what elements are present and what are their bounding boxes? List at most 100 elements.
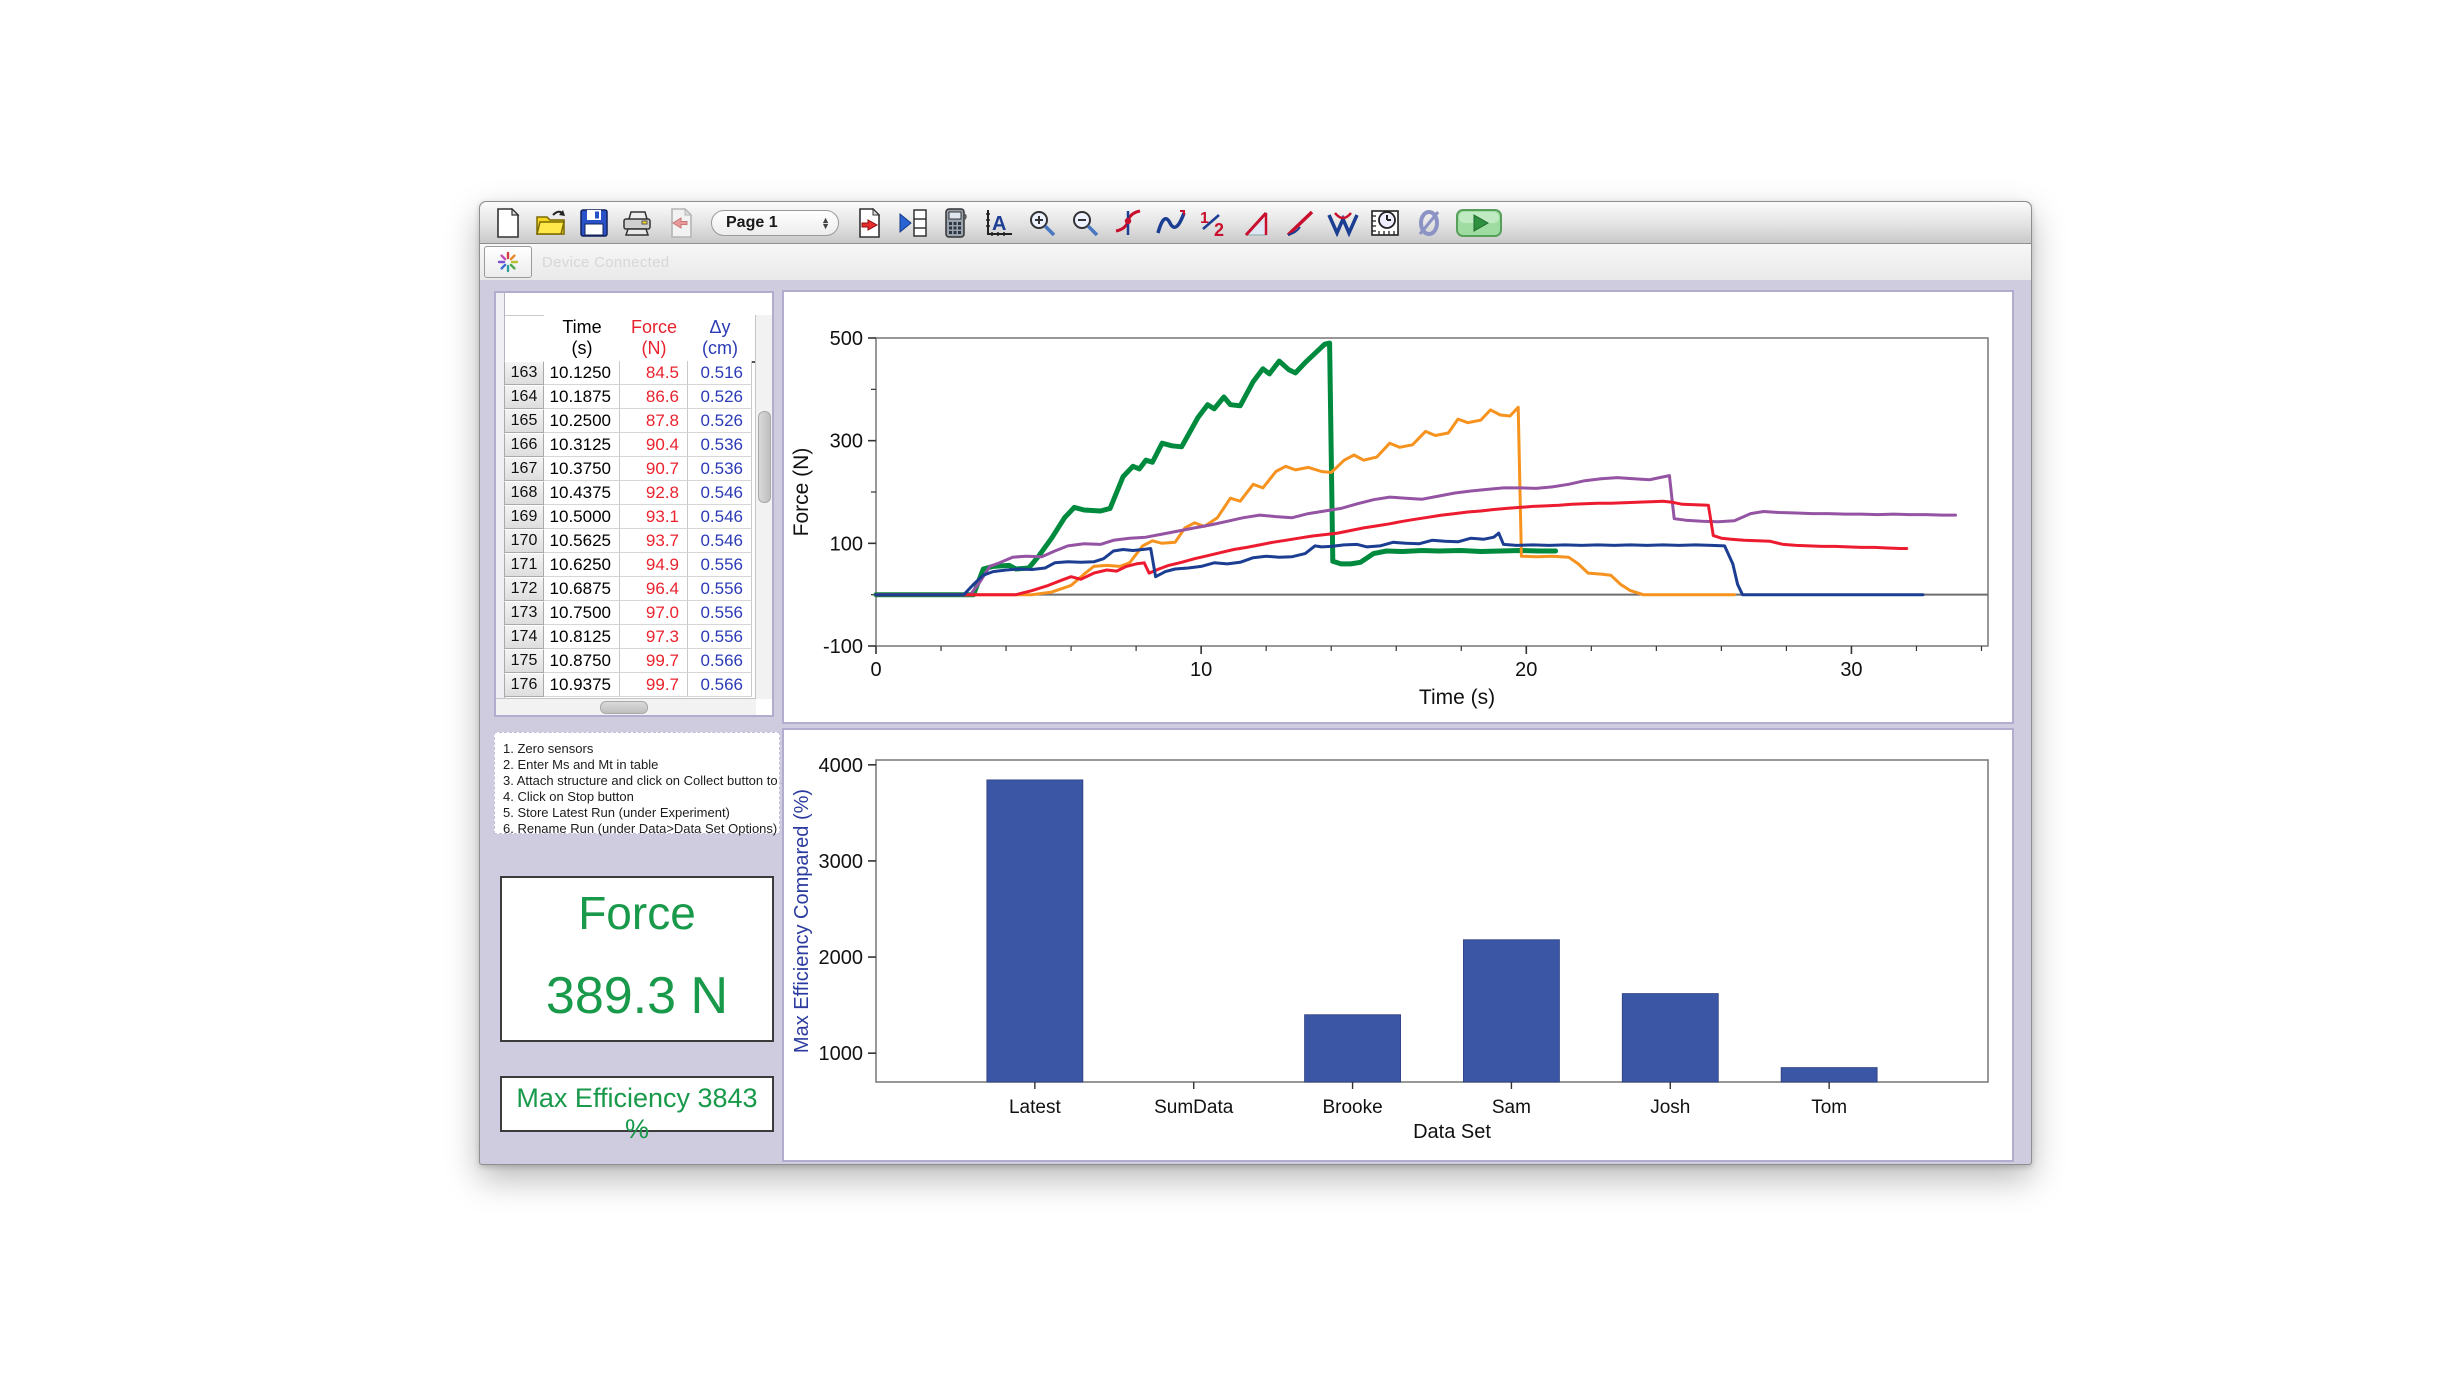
cell-force[interactable]: 90.7: [620, 457, 688, 481]
cell-force[interactable]: 93.7: [620, 529, 688, 553]
cell-dy[interactable]: 0.546: [688, 505, 752, 529]
collect-button[interactable]: [1454, 206, 1504, 240]
cell-dy[interactable]: 0.546: [688, 529, 752, 553]
fft-button[interactable]: 12: [1196, 206, 1232, 240]
row-number[interactable]: 163: [504, 361, 544, 385]
save-file-button[interactable]: [576, 206, 612, 240]
vertical-scroll-thumb[interactable]: [758, 411, 771, 503]
cell-dy[interactable]: 0.536: [688, 433, 752, 457]
horizontal-scroll-thumb[interactable]: [600, 701, 648, 714]
row-number[interactable]: 167: [504, 457, 544, 481]
row-number[interactable]: 169: [504, 505, 544, 529]
cell-force[interactable]: 94.9: [620, 553, 688, 577]
zoom-out-button[interactable]: [1067, 206, 1103, 240]
cell-force[interactable]: 97.3: [620, 625, 688, 649]
curve-fit-button[interactable]: [1153, 206, 1189, 240]
row-number[interactable]: 164: [504, 385, 544, 409]
cell-force[interactable]: 87.8: [620, 409, 688, 433]
row-number[interactable]: 168: [504, 481, 544, 505]
row-number[interactable]: 176: [504, 673, 544, 697]
cell-time[interactable]: 10.8125: [544, 625, 620, 649]
cell-dy[interactable]: 0.566: [688, 673, 752, 697]
examine-button[interactable]: [1110, 206, 1146, 240]
column-label: Δy: [709, 317, 730, 338]
integral-button[interactable]: [1239, 206, 1275, 240]
force-meter-value: 389.3 N: [502, 966, 772, 1026]
cell-time[interactable]: 10.2500: [544, 409, 620, 433]
force-meter: Force 389.3 N: [500, 876, 774, 1042]
cell-time[interactable]: 10.4375: [544, 481, 620, 505]
zoom-in-button[interactable]: [1024, 206, 1060, 240]
cell-time[interactable]: 10.3750: [544, 457, 620, 481]
cell-dy[interactable]: 0.526: [688, 385, 752, 409]
row-number[interactable]: 170: [504, 529, 544, 553]
cell-force[interactable]: 96.4: [620, 577, 688, 601]
autoscale-button[interactable]: A: [981, 206, 1017, 240]
previous-page-button[interactable]: [662, 206, 698, 240]
column-header-2[interactable]: Δy(cm): [688, 315, 753, 363]
cell-force[interactable]: 84.5: [620, 361, 688, 385]
open-file-button[interactable]: [533, 206, 569, 240]
tangent-button[interactable]: [1282, 206, 1318, 240]
force-time-graph-panel[interactable]: -1001003005000102030Time (s)Force (N): [782, 290, 2014, 724]
cell-time[interactable]: 10.7500: [544, 601, 620, 625]
column-header-1[interactable]: Force(N): [620, 315, 689, 363]
cell-dy[interactable]: 0.566: [688, 649, 752, 673]
category-label-josh: Josh: [1650, 1097, 1690, 1118]
row-number[interactable]: 166: [504, 433, 544, 457]
previous-page-icon: [667, 208, 693, 238]
data-browser-button[interactable]: [895, 206, 931, 240]
efficiency-bar-graph-panel[interactable]: 1000200030004000LatestSumDataBrookeSamJo…: [782, 728, 2014, 1162]
cell-time[interactable]: 10.5625: [544, 529, 620, 553]
cell-force[interactable]: 93.1: [620, 505, 688, 529]
cell-force[interactable]: 97.0: [620, 601, 688, 625]
cell-time[interactable]: 10.1250: [544, 361, 620, 385]
cell-time[interactable]: 10.8750: [544, 649, 620, 673]
row-number[interactable]: 165: [504, 409, 544, 433]
cell-force[interactable]: 99.7: [620, 673, 688, 697]
cell-dy[interactable]: 0.546: [688, 481, 752, 505]
row-number[interactable]: 174: [504, 625, 544, 649]
category-label-latest: Latest: [1009, 1097, 1061, 1118]
cell-dy[interactable]: 0.556: [688, 625, 752, 649]
statistics-button[interactable]: [1325, 206, 1361, 240]
table-horizontal-scrollbar[interactable]: [496, 698, 756, 715]
column-header-0[interactable]: Time(s): [544, 315, 621, 363]
cell-dy[interactable]: 0.526: [688, 409, 752, 433]
row-number[interactable]: 171: [504, 553, 544, 577]
row-number[interactable]: 172: [504, 577, 544, 601]
print-button[interactable]: [619, 206, 655, 240]
data-browser-icon: [898, 208, 928, 238]
row-number[interactable]: 175: [504, 649, 544, 673]
starburst-spinner-icon: [497, 251, 519, 273]
fft-half-icon: 12: [1199, 209, 1229, 237]
zero-sensors-button[interactable]: [1411, 206, 1447, 240]
cell-force[interactable]: 92.8: [620, 481, 688, 505]
cell-force[interactable]: 90.4: [620, 433, 688, 457]
cell-time[interactable]: 10.6875: [544, 577, 620, 601]
y-axis-label: Max Efficiency Compared (%): [791, 789, 813, 1053]
data-table-panel: Time(s)Force(N)Δy(cm) 16310.125084.50.516…: [494, 291, 774, 717]
cell-force[interactable]: 86.6: [620, 385, 688, 409]
activity-spinner-button[interactable]: [484, 246, 532, 278]
cell-force[interactable]: 99.7: [620, 649, 688, 673]
cell-dy[interactable]: 0.556: [688, 577, 752, 601]
page-selector[interactable]: Page 1 ▲▼: [711, 210, 839, 236]
cell-time[interactable]: 10.6250: [544, 553, 620, 577]
cell-dy[interactable]: 0.516: [688, 361, 752, 385]
cell-dy[interactable]: 0.556: [688, 601, 752, 625]
next-page-button[interactable]: [852, 206, 888, 240]
row-number[interactable]: 173: [504, 601, 544, 625]
cell-dy[interactable]: 0.556: [688, 553, 752, 577]
cell-time[interactable]: 10.5000: [544, 505, 620, 529]
column-label: Force: [631, 317, 677, 338]
table-vertical-scrollbar[interactable]: [755, 315, 772, 699]
cell-time[interactable]: 10.1875: [544, 385, 620, 409]
data-collection-setup-button[interactable]: [1368, 206, 1404, 240]
calculator-device-button[interactable]: [938, 206, 974, 240]
new-file-button[interactable]: [490, 206, 526, 240]
cell-dy[interactable]: 0.536: [688, 457, 752, 481]
data-table: Time(s)Force(N)Δy(cm) 16310.125084.50.516…: [496, 293, 772, 715]
cell-time[interactable]: 10.3125: [544, 433, 620, 457]
cell-time[interactable]: 10.9375: [544, 673, 620, 697]
